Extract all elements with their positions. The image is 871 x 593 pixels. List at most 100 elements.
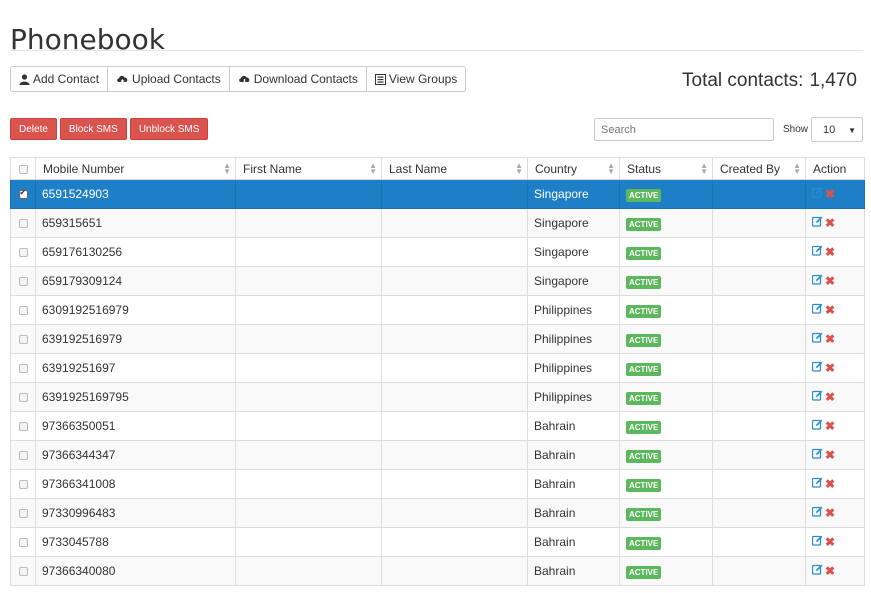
block-sms-button[interactable]: Block SMS	[59, 118, 127, 140]
table-row[interactable]: 63919251697 Philippines ACTIVE ✖	[10, 353, 865, 383]
row-checkbox[interactable]	[18, 422, 28, 432]
column-label: Created By	[720, 161, 781, 176]
mobile-number-cell: 6391925169795	[35, 382, 236, 412]
row-checkbox[interactable]	[18, 509, 28, 519]
last-name-cell	[381, 324, 528, 354]
row-checkbox[interactable]	[18, 364, 28, 374]
table-row[interactable]: 97330996483 Bahrain ACTIVE ✖	[10, 498, 865, 528]
column-mobile-number[interactable]: Mobile Number ▲ ▼	[35, 157, 236, 180]
table-row[interactable]: 6391925169795 Philippines ACTIVE ✖	[10, 382, 865, 412]
delete-icon[interactable]: ✖	[825, 565, 835, 577]
edit-icon[interactable]	[811, 535, 823, 549]
row-checkbox[interactable]	[18, 451, 28, 461]
delete-icon[interactable]: ✖	[825, 275, 835, 287]
edit-icon[interactable]	[811, 564, 823, 578]
table-row[interactable]: 97366344347 Bahrain ACTIVE ✖	[10, 440, 865, 470]
mobile-number-cell: 659179309124	[35, 266, 236, 296]
country-cell: Philippines	[527, 295, 620, 325]
delete-icon[interactable]: ✖	[825, 333, 835, 345]
table-row[interactable]: 9733045788 Bahrain ACTIVE ✖	[10, 527, 865, 557]
country-cell: Bahrain	[527, 556, 620, 586]
column-label: Action	[813, 161, 847, 176]
country-cell: Bahrain	[527, 469, 620, 499]
last-name-cell	[381, 411, 528, 441]
edit-icon[interactable]	[811, 477, 823, 491]
delete-icon[interactable]: ✖	[825, 188, 835, 200]
row-checkbox[interactable]	[18, 538, 28, 548]
search-input[interactable]	[594, 118, 774, 141]
edit-icon[interactable]	[811, 448, 823, 462]
row-select-cell	[10, 237, 36, 267]
delete-icon[interactable]: ✖	[825, 507, 835, 519]
delete-icon[interactable]: ✖	[825, 246, 835, 258]
column-created-by[interactable]: Created By ▲ ▼	[712, 157, 806, 180]
upload-contacts-button[interactable]: Upload Contacts	[107, 66, 230, 92]
first-name-cell	[235, 440, 382, 470]
created-by-cell	[712, 237, 806, 267]
delete-icon[interactable]: ✖	[825, 449, 835, 461]
row-select-cell	[10, 179, 36, 209]
column-last-name[interactable]: Last Name ▲ ▼	[381, 157, 528, 180]
edit-icon[interactable]	[811, 419, 823, 433]
row-checkbox[interactable]	[18, 248, 28, 258]
row-checkbox[interactable]	[18, 219, 28, 229]
edit-icon[interactable]	[811, 390, 823, 404]
edit-icon[interactable]	[811, 274, 823, 288]
table-row[interactable]: 639192516979 Philippines ACTIVE ✖	[10, 324, 865, 354]
sort-icon: ▲ ▼	[700, 161, 708, 176]
download-contacts-label: Download Contacts	[253, 72, 358, 86]
last-name-cell	[381, 295, 528, 325]
delete-icon[interactable]: ✖	[825, 304, 835, 316]
row-checkbox[interactable]	[18, 480, 28, 490]
mobile-number-cell: 6309192516979	[35, 295, 236, 325]
column-status[interactable]: Status ▲ ▼	[619, 157, 713, 180]
row-checkbox[interactable]	[18, 335, 28, 345]
edit-icon[interactable]	[811, 332, 823, 346]
view-groups-button[interactable]: View Groups	[365, 66, 467, 92]
row-checkbox[interactable]	[18, 277, 28, 287]
row-checkbox[interactable]	[18, 393, 28, 403]
column-country[interactable]: Country ▲ ▼	[527, 157, 620, 180]
edit-icon[interactable]	[811, 506, 823, 520]
delete-icon[interactable]: ✖	[825, 420, 835, 432]
row-checkbox[interactable]	[18, 188, 28, 200]
column-first-name[interactable]: First Name ▲ ▼	[235, 157, 382, 180]
edit-icon[interactable]	[811, 245, 823, 259]
status-cell: ACTIVE	[619, 527, 713, 557]
sort-icon: ▲ ▼	[793, 161, 801, 176]
delete-icon[interactable]: ✖	[825, 478, 835, 490]
status-badge: ACTIVE	[626, 565, 662, 579]
edit-icon[interactable]	[811, 216, 823, 230]
edit-icon[interactable]	[811, 303, 823, 317]
delete-icon[interactable]: ✖	[825, 536, 835, 548]
row-checkbox[interactable]	[18, 567, 28, 577]
table-row[interactable]: 97366341008 Bahrain ACTIVE ✖	[10, 469, 865, 499]
status-cell: ACTIVE	[619, 179, 713, 209]
table-row[interactable]: 659176130256 Singapore ACTIVE ✖	[10, 237, 865, 267]
table-row[interactable]: 97366350051 Bahrain ACTIVE ✖	[10, 411, 865, 441]
first-name-cell	[235, 208, 382, 238]
mobile-number-cell: 97366341008	[35, 469, 236, 499]
delete-icon[interactable]: ✖	[825, 391, 835, 403]
table-row[interactable]: 6309192516979 Philippines ACTIVE ✖	[10, 295, 865, 325]
table-row[interactable]: 659179309124 Singapore ACTIVE ✖	[10, 266, 865, 296]
row-checkbox[interactable]	[18, 306, 28, 316]
delete-icon[interactable]: ✖	[825, 217, 835, 229]
table-row[interactable]: 97366340080 Bahrain ACTIVE ✖	[10, 556, 865, 586]
status-badge: ACTIVE	[626, 391, 662, 405]
page-size-select[interactable]: 10 ▼	[811, 117, 863, 142]
delete-icon[interactable]: ✖	[825, 362, 835, 374]
add-contact-button[interactable]: Add Contact	[10, 66, 109, 92]
select-all-checkbox[interactable]	[18, 164, 28, 174]
table-row[interactable]: 6591524903 Singapore ACTIVE ✖	[10, 179, 865, 209]
delete-button[interactable]: Delete	[10, 118, 57, 140]
download-contacts-button[interactable]: Download Contacts	[228, 66, 367, 92]
status-badge: ACTIVE	[626, 536, 662, 550]
toolbar: Add Contact Upload Contacts Download Con…	[10, 66, 467, 92]
mobile-number-cell: 659315651	[35, 208, 236, 238]
edit-icon[interactable]	[811, 187, 823, 201]
edit-icon[interactable]	[811, 361, 823, 375]
unblock-sms-button[interactable]: Unblock SMS	[129, 118, 209, 140]
sort-icon: ▲ ▼	[369, 161, 377, 176]
table-row[interactable]: 659315651 Singapore ACTIVE ✖	[10, 208, 865, 238]
